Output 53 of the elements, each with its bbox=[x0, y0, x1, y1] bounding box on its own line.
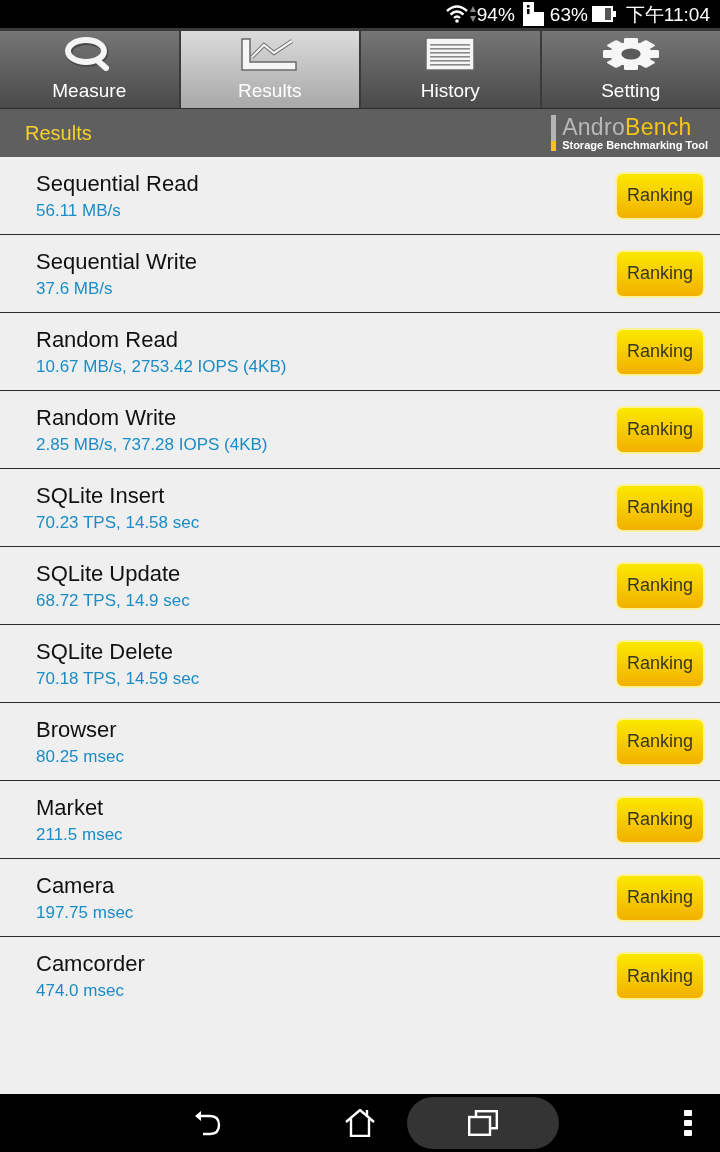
test-result: 37.6 MB/s bbox=[36, 277, 114, 300]
clock: 下午11:04 bbox=[625, 4, 710, 24]
test-name: Camcorder bbox=[36, 950, 145, 978]
recent-apps-button[interactable] bbox=[407, 1097, 559, 1149]
tab[interactable]: Measure bbox=[0, 31, 179, 108]
test-result: 10.67 MB/s, 2753.42 IOPS (4KB) bbox=[36, 355, 287, 378]
test-result: 56.11 MB/s bbox=[36, 199, 122, 222]
ranking-button[interactable]: Ranking bbox=[615, 952, 705, 1000]
test-name: SQLite Insert bbox=[36, 481, 166, 510]
ranking-button[interactable]: Ranking bbox=[615, 795, 705, 844]
ranking-button[interactable]: Ranking bbox=[615, 639, 705, 688]
ranking-button[interactable]: Ranking bbox=[615, 561, 705, 610]
test-result: 68.72 TPS, 14.9 sec bbox=[36, 589, 190, 612]
home-icon bbox=[345, 1109, 375, 1137]
test-result: 80.25 msec bbox=[36, 745, 124, 768]
ranking-button[interactable]: Ranking bbox=[615, 171, 705, 220]
logo-mark-icon bbox=[551, 114, 557, 151]
ranking-button[interactable]: Ranking bbox=[615, 717, 705, 766]
test-result: 2.85 MB/s, 737.28 IOPS (4KB) bbox=[36, 433, 268, 456]
test-result: 197.75 msec bbox=[36, 901, 134, 924]
test-name: Market bbox=[36, 793, 105, 822]
tab[interactable]: History bbox=[361, 31, 540, 108]
test-name: Sequential Write bbox=[36, 247, 197, 276]
data-arrows-icon bbox=[469, 6, 476, 22]
section-title: Results bbox=[25, 121, 92, 146]
back-icon bbox=[193, 1110, 221, 1136]
test-result: 474.0 msec bbox=[36, 980, 125, 1002]
wifi-percent: 94% bbox=[476, 4, 515, 24]
recent-apps-icon bbox=[468, 1110, 498, 1136]
test-name: Camera bbox=[36, 871, 116, 900]
ranking-button[interactable]: Ranking bbox=[615, 327, 705, 376]
overflow-menu-icon bbox=[684, 1110, 692, 1136]
app-logo-text: AndroBench bbox=[562, 114, 693, 139]
battery-percent: 63% bbox=[549, 4, 588, 24]
test-name: SQLite Delete bbox=[36, 637, 174, 666]
app-tagline: Storage Benchmarking Tool bbox=[562, 138, 708, 152]
test-name: SQLite Update bbox=[36, 559, 182, 588]
test-result: 211.5 msec bbox=[36, 823, 123, 846]
ranking-button[interactable]: Ranking bbox=[615, 483, 705, 532]
test-name: Browser bbox=[36, 715, 118, 744]
tab[interactable]: Setting bbox=[541, 31, 720, 108]
test-result: 70.18 TPS, 14.59 sec bbox=[36, 667, 200, 690]
wifi-icon bbox=[445, 5, 468, 23]
test-name: Sequential Read bbox=[36, 169, 199, 198]
ranking-button[interactable]: Ranking bbox=[615, 873, 705, 922]
test-result: 70.23 TPS, 14.58 sec bbox=[36, 511, 200, 534]
test-name: Random Write bbox=[36, 403, 178, 432]
battery-icon bbox=[591, 6, 616, 22]
ranking-button[interactable]: Ranking bbox=[615, 249, 705, 298]
settings-icon bbox=[600, 37, 661, 71]
ranking-button[interactable]: Ranking bbox=[615, 405, 705, 454]
line-chart-icon bbox=[239, 37, 300, 71]
test-name: Random Read bbox=[36, 325, 179, 354]
